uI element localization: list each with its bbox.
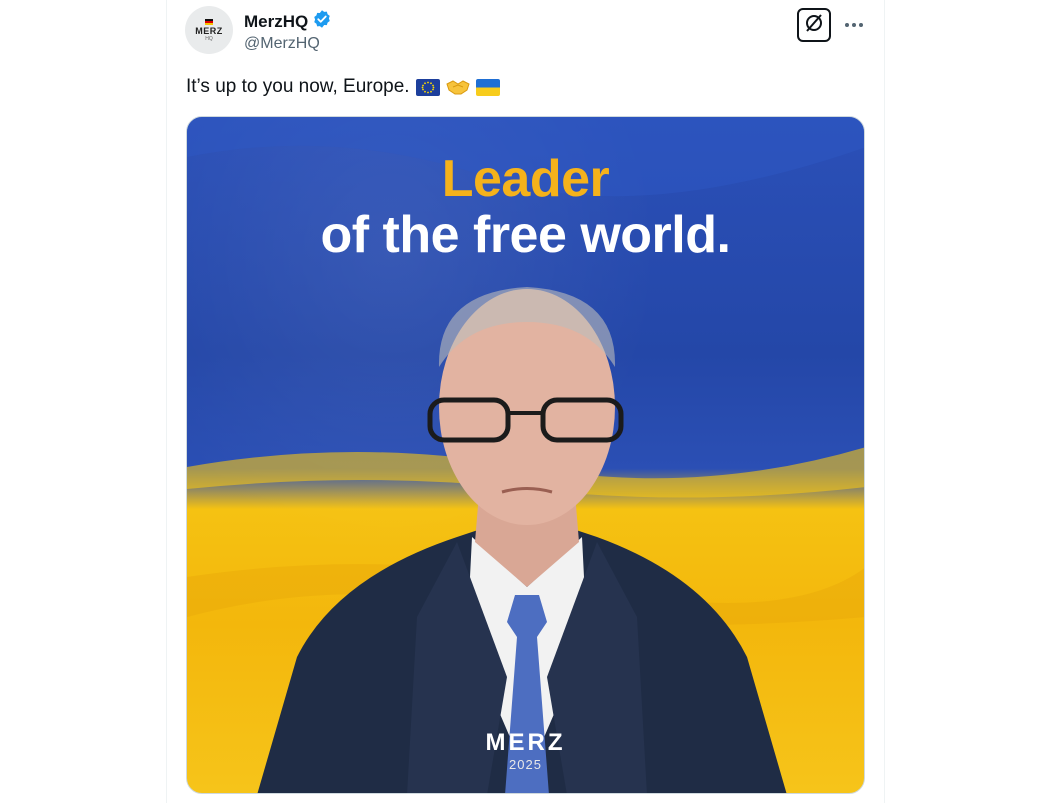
grok-button[interactable] bbox=[797, 8, 831, 42]
author-name-row[interactable]: MerzHQ bbox=[244, 9, 332, 34]
verified-badge-icon bbox=[312, 9, 332, 34]
more-icon bbox=[844, 15, 864, 33]
tweet-text: It’s up to you now, Europe. bbox=[186, 76, 410, 97]
handshake-icon bbox=[445, 78, 470, 96]
headline-line1: Leader bbox=[441, 150, 610, 208]
merz-logo-year: 2025 bbox=[509, 757, 542, 772]
avatar-wordmark: MERZ bbox=[195, 25, 223, 36]
tweet-text-row: It’s up to you now, Europe. bbox=[186, 76, 500, 98]
grok-icon bbox=[804, 13, 824, 38]
ukraine-flag-icon bbox=[475, 78, 500, 96]
avatar[interactable]: MERZ HQ bbox=[185, 6, 233, 54]
headline-line2: of the free world. bbox=[320, 206, 731, 264]
avatar-subtext: HQ bbox=[205, 35, 213, 42]
author-name[interactable]: MerzHQ bbox=[244, 12, 308, 32]
author-handle[interactable]: @MerzHQ bbox=[244, 35, 320, 53]
more-button[interactable] bbox=[840, 10, 868, 38]
eu-flag-icon bbox=[415, 78, 440, 96]
german-flag-mark bbox=[205, 18, 213, 25]
tweet-image[interactable]: Leader of the free world. MERZ 2025 bbox=[186, 116, 865, 794]
merz-logo: MERZ bbox=[485, 729, 566, 756]
